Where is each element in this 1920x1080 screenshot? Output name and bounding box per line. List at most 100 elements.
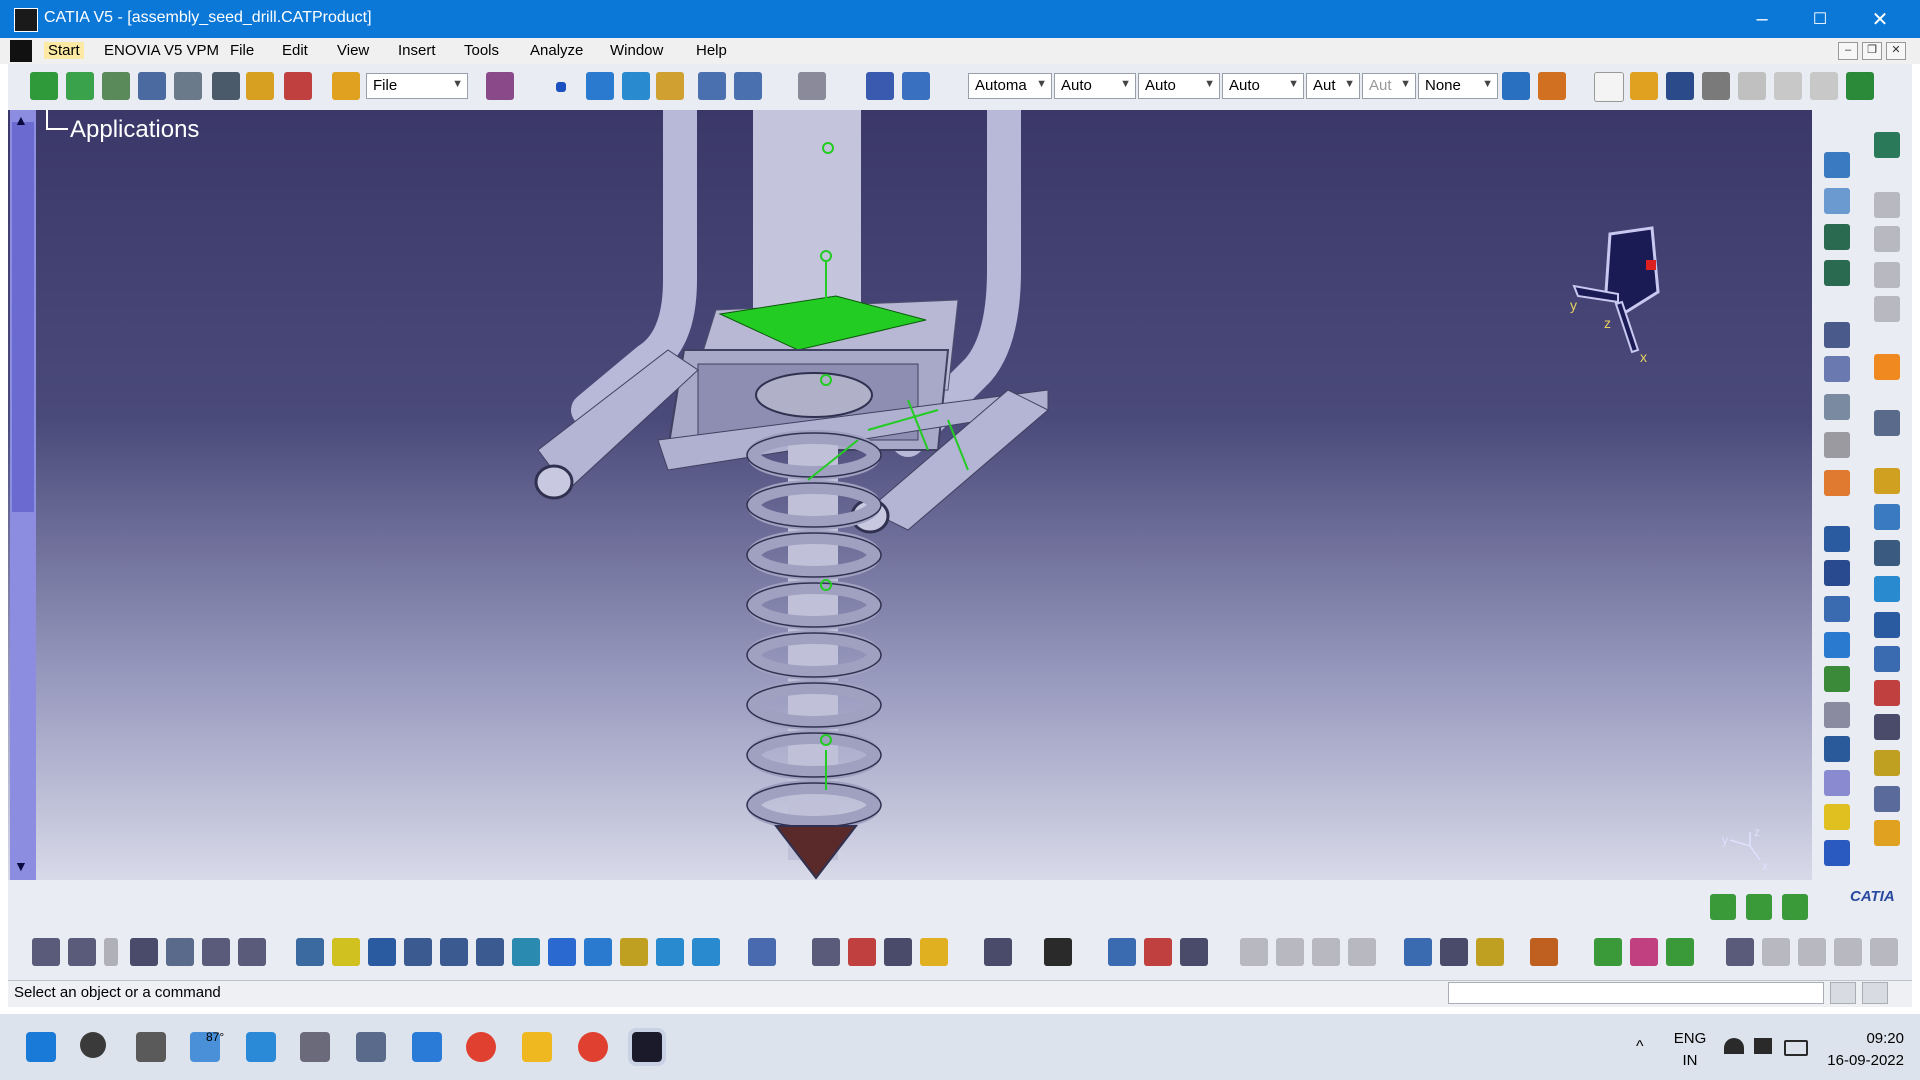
- disabled-cmd-4-icon[interactable]: [1348, 938, 1376, 966]
- disabled-tool-3-icon[interactable]: [1874, 262, 1900, 288]
- viewport-scrollbar[interactable]: [10, 110, 36, 880]
- curve-icon[interactable]: [586, 72, 614, 100]
- text-a-icon[interactable]: [1874, 714, 1900, 740]
- calculator-icon[interactable]: [356, 1032, 386, 1062]
- grid-icon[interactable]: [1530, 938, 1558, 966]
- explode-icon[interactable]: [138, 72, 166, 100]
- disabled-cmd-2-icon[interactable]: [1276, 938, 1304, 966]
- measure-inertia-icon[interactable]: [1476, 938, 1504, 966]
- menu-window[interactable]: Window: [610, 42, 663, 59]
- sectioning-icon[interactable]: [884, 938, 912, 966]
- disabled-cmd-1-icon[interactable]: [1240, 938, 1268, 966]
- language-indicator[interactable]: ENG IN: [1672, 1028, 1708, 1072]
- status-button-2[interactable]: [1862, 982, 1888, 1004]
- wifi-icon[interactable]: [1724, 1038, 1744, 1054]
- manipulate-icon[interactable]: [66, 72, 94, 100]
- combo-3[interactable]: Auto ▼: [1138, 73, 1220, 99]
- combo-5[interactable]: Aut ▼: [1306, 73, 1360, 99]
- layers-icon[interactable]: [1874, 750, 1900, 776]
- shading-icon[interactable]: [620, 938, 648, 966]
- multi-icon[interactable]: [1824, 840, 1850, 866]
- menu-help[interactable]: Help: [696, 42, 727, 59]
- disabled-cmd-7-icon[interactable]: [1834, 938, 1862, 966]
- comment-icon[interactable]: [68, 938, 96, 966]
- update-product-icon[interactable]: [1746, 894, 1772, 920]
- scissor-icon[interactable]: [1874, 646, 1900, 672]
- chrome-icon[interactable]: [466, 1032, 496, 1062]
- compass-widget[interactable]: y z x: [1566, 222, 1696, 362]
- axis-icon[interactable]: [1824, 322, 1850, 348]
- print-icon[interactable]: [1702, 72, 1730, 100]
- catalog-icon[interactable]: [984, 938, 1012, 966]
- constraint-bottom-icon[interactable]: [1726, 938, 1754, 966]
- search-icon[interactable]: [80, 1032, 106, 1058]
- measure-between-icon[interactable]: [1404, 938, 1432, 966]
- distance-icon[interactable]: [848, 938, 876, 966]
- combo-7[interactable]: None ▼: [1418, 73, 1498, 99]
- view-front-icon[interactable]: [698, 72, 726, 100]
- design-table-icon[interactable]: [130, 938, 158, 966]
- fit-all-icon[interactable]: [296, 938, 324, 966]
- fly-icon[interactable]: [866, 72, 894, 100]
- gear-icon[interactable]: [1874, 410, 1900, 436]
- reset-icon[interactable]: [1824, 804, 1850, 830]
- menu-tools[interactable]: Tools: [464, 42, 499, 59]
- camera-icon[interactable]: [1044, 938, 1072, 966]
- file-combo[interactable]: File ▼: [366, 73, 468, 99]
- menu-file[interactable]: File: [230, 42, 254, 59]
- anchor-icon[interactable]: [1824, 666, 1850, 692]
- render-icon[interactable]: [1594, 938, 1622, 966]
- report-icon[interactable]: [1180, 938, 1208, 966]
- cube-icon[interactable]: [1824, 560, 1850, 586]
- system-clock[interactable]: 09:20 16-09-2022: [1820, 1028, 1904, 1072]
- disabled-cmd-6-icon[interactable]: [1798, 938, 1826, 966]
- joint-icon[interactable]: [1874, 540, 1900, 566]
- gears-icon[interactable]: [1874, 468, 1900, 494]
- scroll-up-icon[interactable]: ▲: [14, 112, 28, 128]
- doc-close-button[interactable]: ✕: [1886, 42, 1906, 60]
- menu-enovia[interactable]: ENOVIA V5 VPM: [104, 42, 219, 59]
- pin-icon[interactable]: [1824, 702, 1850, 728]
- catia-taskbar-icon[interactable]: [628, 1028, 666, 1066]
- knowledge-icon[interactable]: [104, 938, 118, 966]
- view-back-icon[interactable]: [734, 72, 762, 100]
- combo-4[interactable]: Auto ▼: [1222, 73, 1304, 99]
- links-icon[interactable]: [1824, 596, 1850, 622]
- analysis-icon[interactable]: [284, 72, 312, 100]
- seed-drill-model[interactable]: [8, 110, 1812, 880]
- battery-icon[interactable]: [1784, 1040, 1808, 1056]
- product-icon[interactable]: [1824, 152, 1850, 178]
- component-icon[interactable]: [1824, 188, 1850, 214]
- minimize-button[interactable]: –: [1732, 0, 1792, 38]
- save-icon[interactable]: [1666, 72, 1694, 100]
- rotate-icon[interactable]: [404, 938, 432, 966]
- bom-icon[interactable]: [1144, 938, 1172, 966]
- menu-insert[interactable]: Insert: [398, 42, 436, 59]
- disabled-cmd-3-icon[interactable]: [1312, 938, 1340, 966]
- chevron-up-icon[interactable]: ^: [1636, 1038, 1644, 1056]
- hide-show-icon[interactable]: [656, 938, 684, 966]
- sketch-icon[interactable]: [1874, 612, 1900, 638]
- update-icon[interactable]: [798, 72, 826, 100]
- notepad-icon[interactable]: [412, 1032, 442, 1062]
- formula-icon[interactable]: [32, 938, 60, 966]
- update-all-icon[interactable]: [1710, 894, 1736, 920]
- update-part-icon[interactable]: [1782, 894, 1808, 920]
- replace-component-icon[interactable]: [1824, 260, 1850, 286]
- mail-icon[interactable]: [246, 1032, 276, 1062]
- existing-component-icon[interactable]: [1824, 224, 1850, 250]
- chrome-profile-icon[interactable]: [578, 1032, 608, 1062]
- menu-edit[interactable]: Edit: [282, 42, 308, 59]
- scroll-down-icon[interactable]: ▼: [14, 858, 28, 874]
- zoom-out-icon[interactable]: [476, 938, 504, 966]
- status-button-1[interactable]: [1830, 982, 1856, 1004]
- iso-view-icon[interactable]: [584, 938, 612, 966]
- section-icon[interactable]: [1824, 736, 1850, 762]
- material-icon[interactable]: [1538, 72, 1566, 100]
- volume-icon[interactable]: [1754, 1038, 1772, 1054]
- select-arrow-icon[interactable]: [1874, 354, 1900, 380]
- clash-icon[interactable]: [812, 938, 840, 966]
- 3d-viewport[interactable]: [8, 110, 1812, 880]
- close-button[interactable]: ✕: [1850, 0, 1910, 38]
- constraint-icon[interactable]: [174, 72, 202, 100]
